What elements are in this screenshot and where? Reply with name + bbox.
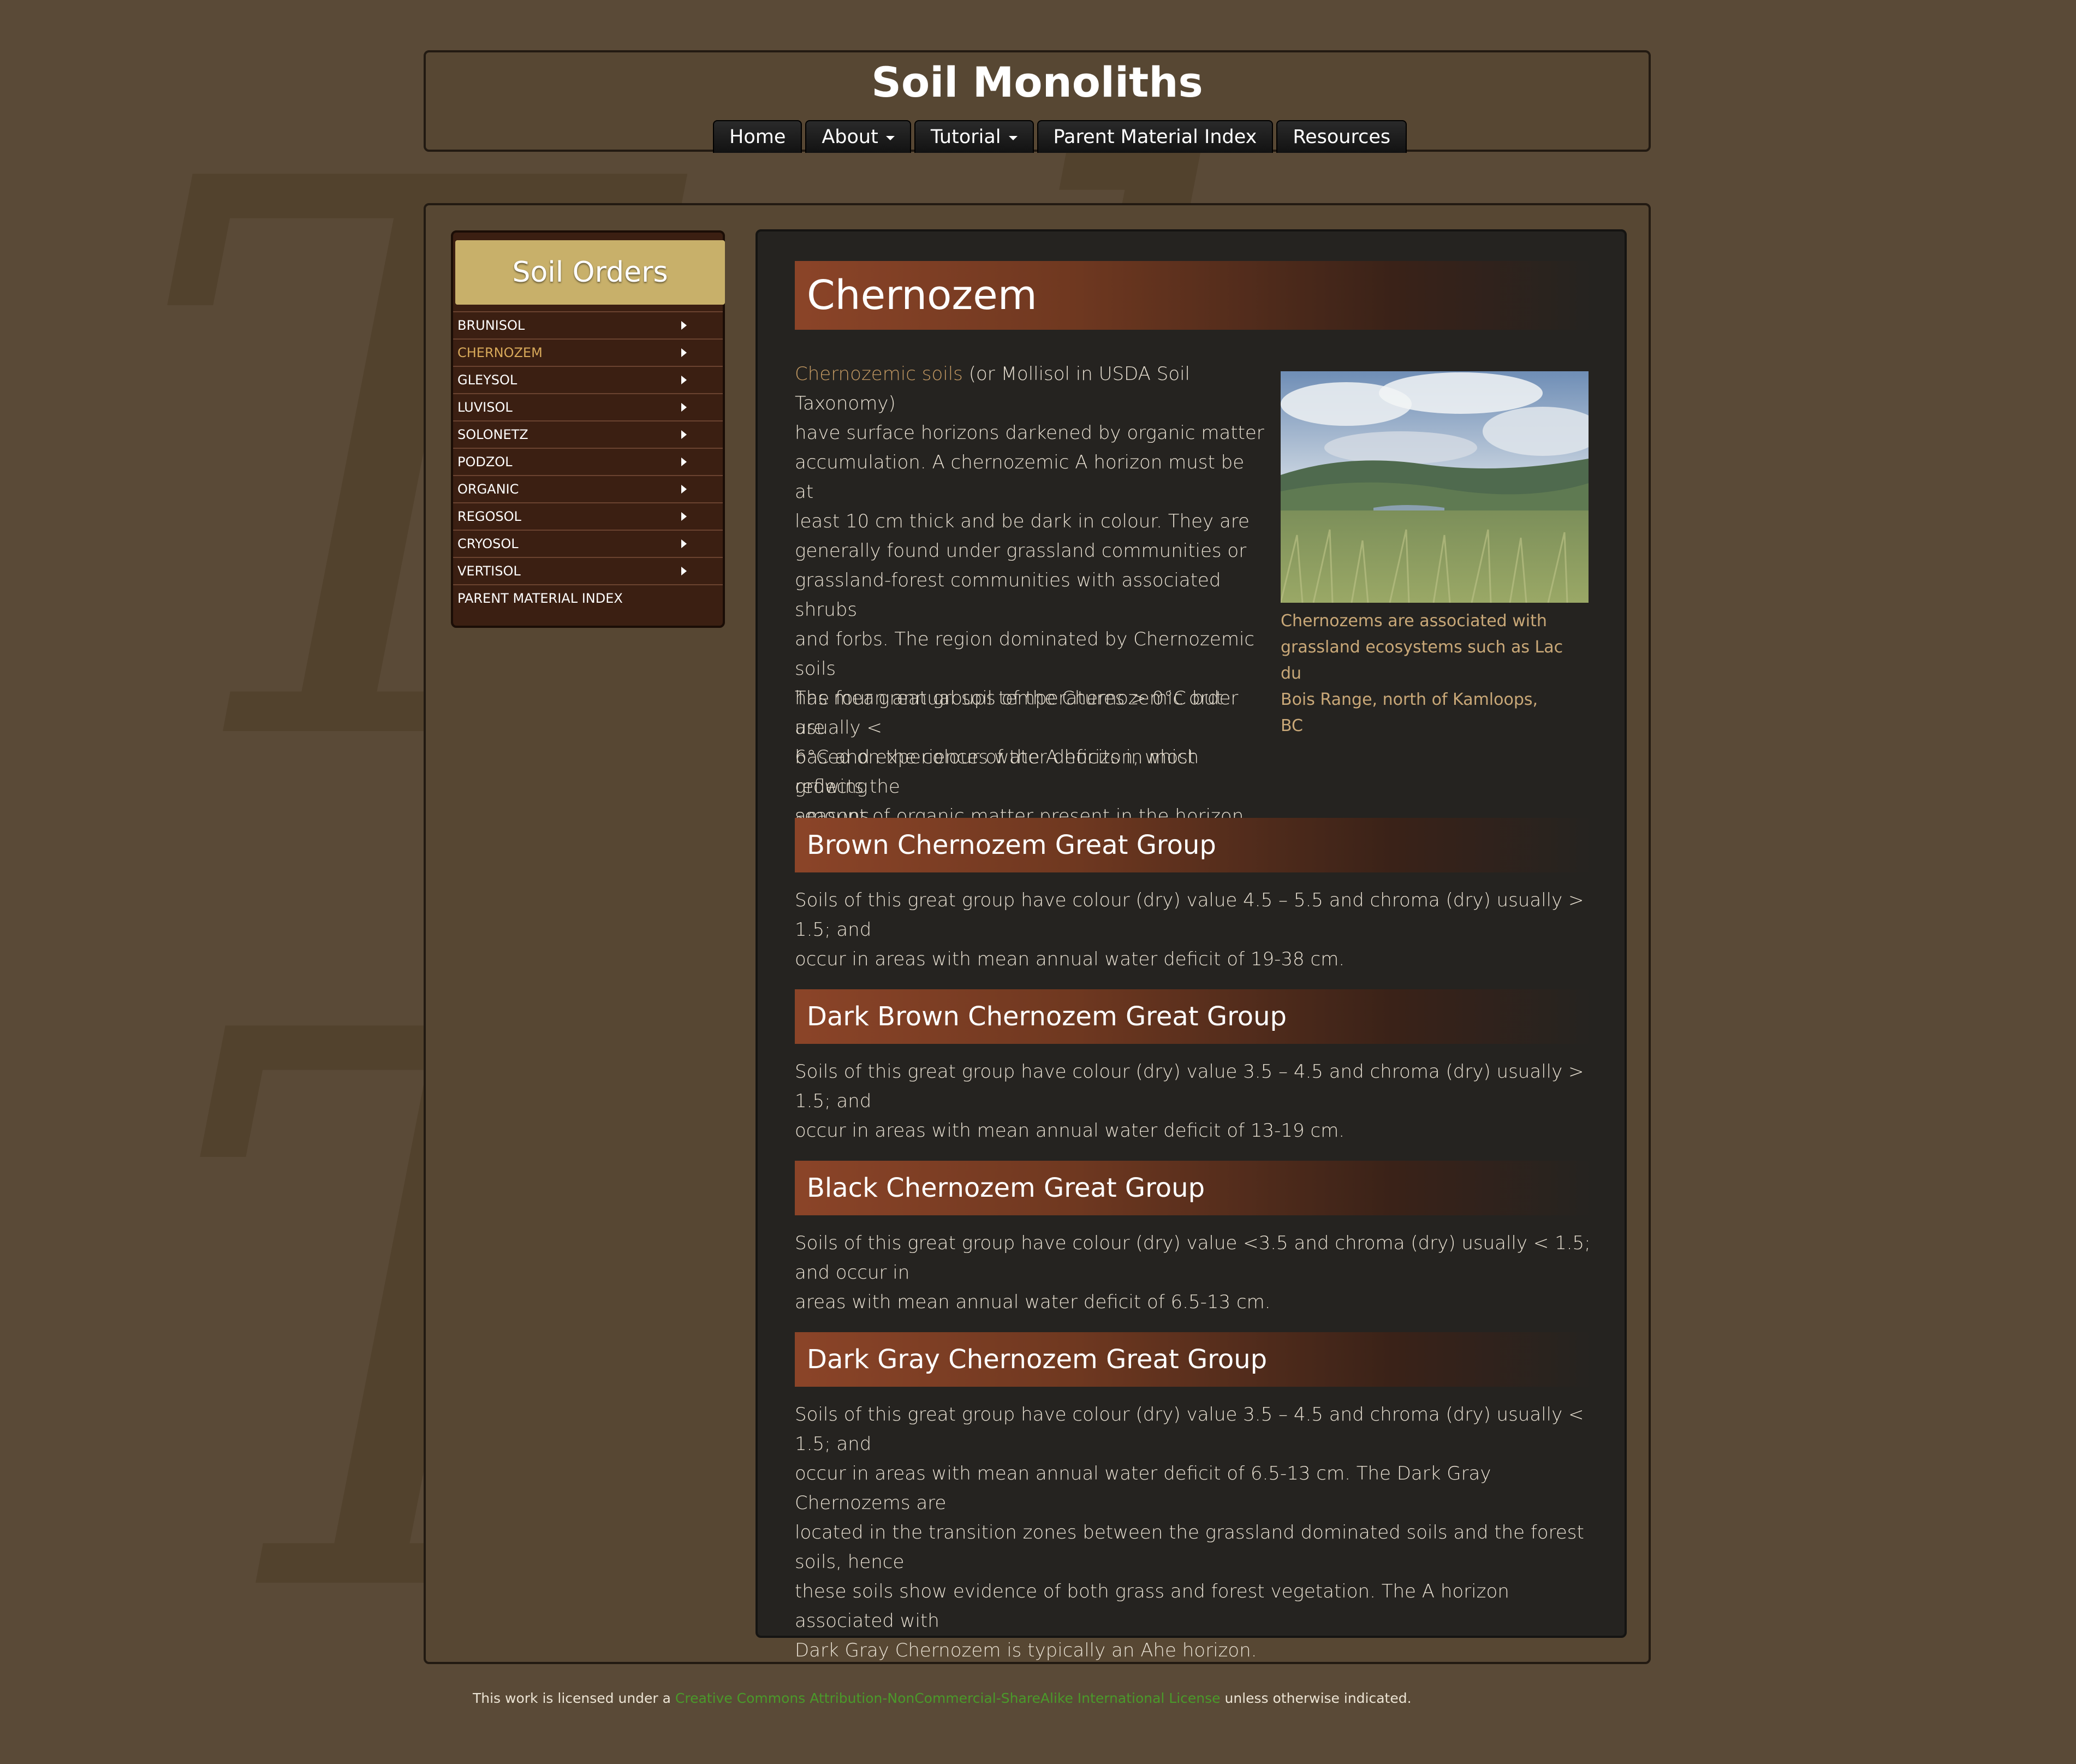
sidebar-item-label: ORGANIC (457, 482, 519, 497)
chevron-right-icon (681, 485, 687, 494)
nav-label: Resources (1293, 126, 1391, 148)
sidebar-item-podzol[interactable]: PODZOL (453, 448, 723, 475)
text-line: occur in areas with mean annual water de… (795, 1463, 1491, 1514)
text-line: occur in areas with mean annual water de… (795, 948, 1345, 970)
chevron-right-icon (681, 430, 687, 439)
text-line: Soils of this great group have colour (d… (795, 1404, 1584, 1455)
sidebar-item-label: REGOSOL (457, 509, 521, 524)
sidebar-item-vertisol[interactable]: VERTISOL (453, 557, 723, 584)
caption-line: Chernozems are associated with (1281, 611, 1547, 631)
nav-label: Parent Material Index (1053, 126, 1257, 148)
text-line: accumulation. A chernozemic A horizon mu… (795, 452, 1245, 503)
caret-down-icon (1008, 136, 1018, 140)
text-line: based on the colour of the A horizon, wh… (795, 746, 1199, 798)
sidebar-item-label: LUVISOL (457, 400, 513, 415)
sidebar-item-parent-material-index[interactable]: PARENT MATERIAL INDEX (453, 584, 723, 611)
text-line: have surface horizons darkened by organi… (795, 422, 1264, 444)
chevron-right-icon (681, 512, 687, 521)
text-line: Chernozemic soils (or Mollisol in USDA S… (795, 359, 1264, 418)
text-line: areas with mean annual water deficit of … (795, 1291, 1271, 1313)
text-line: Soils of this great group have colour (d… (795, 1061, 1584, 1112)
footer: This work is licensed under a Creative C… (473, 1690, 1412, 1706)
text-line: Soils of this great group have colour (d… (795, 889, 1584, 941)
site-title[interactable]: Soil Monoliths (426, 58, 1649, 106)
footer-suffix: unless otherwise indicated. (1220, 1690, 1412, 1706)
chernozemic-soils-link[interactable]: Chernozemic soils (795, 363, 963, 385)
chevron-right-icon (681, 567, 687, 575)
nav-about[interactable]: About (805, 120, 911, 153)
chevron-right-icon (681, 539, 687, 548)
text-line: these soils show evidence of both grass … (795, 1581, 1509, 1632)
great-group-text: Soils of this great group have colour (d… (795, 1400, 1603, 1665)
sidebar-item-gleysol[interactable]: GLEYSOL (453, 366, 723, 393)
great-group-heading: Black Chernozem Great Group (795, 1161, 1592, 1215)
sidebar-item-solonetz[interactable]: SOLONETZ (453, 420, 723, 448)
footer-prefix: This work is licensed under a (473, 1690, 675, 1706)
sidebar-item-label: PARENT MATERIAL INDEX (457, 591, 623, 606)
great-group-text: Soils of this great group have colour (d… (795, 886, 1603, 974)
text-line: least 10 cm thick and be dark in colour.… (795, 510, 1250, 532)
nav-label: Tutorial (930, 126, 1001, 148)
sidebar-item-regosol[interactable]: REGOSOL (453, 502, 723, 530)
text-line: Dark Gray Chernozem is typically an Ahe … (795, 1640, 1257, 1661)
text-line: The four great groups of the Chernozemic… (795, 687, 1239, 739)
text-line: generally found under grassland communit… (795, 540, 1247, 562)
great-group-text: Soils of this great group have colour (d… (795, 1057, 1603, 1145)
grassland-photo (1281, 371, 1589, 603)
sidebar-item-chernozem[interactable]: CHERNOZEM (453, 338, 723, 366)
sidebar-title: Soil Orders (455, 240, 725, 305)
sidebar-item-label: PODZOL (457, 454, 513, 470)
photo-caption: Chernozems are associated with grassland… (1281, 608, 1565, 739)
sidebar-item-organic[interactable]: ORGANIC (453, 475, 723, 502)
nav-label: Home (729, 126, 786, 148)
nav-home[interactable]: Home (713, 120, 802, 153)
sidebar-item-label: GLEYSOL (457, 372, 517, 388)
chevron-right-icon (681, 403, 687, 412)
great-groups-intro: The four great groups of the Chernozemic… (795, 684, 1264, 831)
sidebar-item-cryosol[interactable]: CRYOSOL (453, 530, 723, 557)
caption-line: Bois Range, north of Kamloops, BC (1281, 690, 1538, 735)
sidebar-item-label: SOLONETZ (457, 427, 528, 442)
sidebar-item-label: VERTISOL (457, 563, 521, 579)
sidebar-item-label: CRYOSOL (457, 536, 519, 551)
sidebar-item-brunisol[interactable]: BRUNISOL (453, 311, 723, 338)
nav-tutorial[interactable]: Tutorial (914, 120, 1034, 153)
sidebar-item-luvisol[interactable]: LUVISOL (453, 393, 723, 420)
text-line: Soils of this great group have colour (d… (795, 1232, 1591, 1284)
chevron-right-icon (681, 321, 687, 330)
nav-label: About (822, 126, 878, 148)
nav-resources[interactable]: Resources (1276, 120, 1407, 153)
chevron-right-icon (681, 376, 687, 384)
sidebar-item-label: BRUNISOL (457, 318, 525, 333)
text-line: and forbs. The region dominated by Chern… (795, 628, 1255, 680)
great-group-text: Soils of this great group have colour (d… (795, 1228, 1603, 1317)
license-link[interactable]: Creative Commons Attribution-NonCommerci… (675, 1690, 1221, 1706)
sidebar-item-label: CHERNOZEM (457, 345, 543, 360)
great-group-heading: Dark Brown Chernozem Great Group (795, 989, 1592, 1044)
text-line: grassland-forest communities with associ… (795, 569, 1221, 621)
chevron-right-icon (681, 348, 687, 357)
chevron-right-icon (681, 458, 687, 466)
main-nav: Home About Tutorial Parent Material Inde… (713, 120, 1407, 153)
caret-down-icon (885, 136, 895, 140)
great-group-heading: Dark Gray Chernozem Great Group (795, 1332, 1592, 1387)
page-title: Chernozem (795, 261, 1592, 330)
nav-parent-material-index[interactable]: Parent Material Index (1037, 120, 1274, 153)
great-group-heading: Brown Chernozem Great Group (795, 818, 1592, 872)
caption-line: grassland ecosystems such as Lac du (1281, 638, 1563, 683)
sidebar: Soil Orders BRUNISOL CHERNOZEM GLEYSOL L… (451, 230, 725, 628)
text-line: located in the transition zones between … (795, 1522, 1584, 1573)
text-line: occur in areas with mean annual water de… (795, 1120, 1345, 1142)
sidebar-list: BRUNISOL CHERNOZEM GLEYSOL LUVISOL SOLON… (453, 311, 723, 611)
site-header: Soil Monoliths Home About Tutorial Paren… (424, 50, 1651, 153)
